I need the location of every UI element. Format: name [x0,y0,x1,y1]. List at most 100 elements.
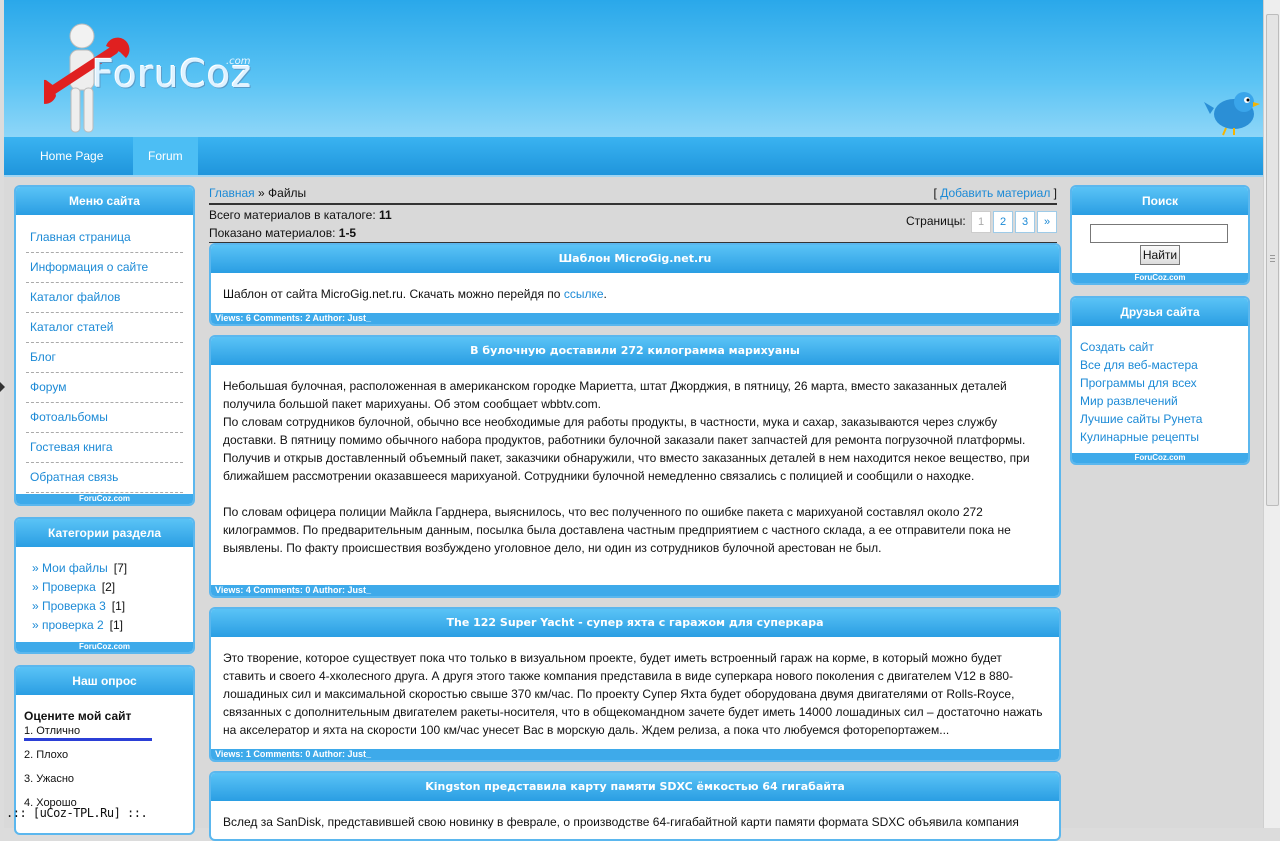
site-menu-title: Меню сайта [16,187,193,215]
page-2[interactable]: 2 [993,211,1013,233]
entry-meta: Views: 1 Comments: 0 Author: Just_ [211,749,1059,760]
breadcrumb-home-link[interactable]: Главная [209,186,255,200]
menu-item-about[interactable]: Информация о сайте [26,253,183,283]
entry-text: Шаблон от сайта MicroGig.net.ru. Скачать… [223,287,564,301]
poll-option-label: 3. Ужасно [24,773,75,785]
entry-paragraph: По словам офицера полиции Майкла Гарднер… [223,505,1011,555]
poll-option: 1. Отлично [16,723,193,747]
menu-item-blog[interactable]: Блог [26,343,183,373]
site-menu-block: Меню сайта Главная страница Информация о… [14,185,195,506]
category-link[interactable]: » Проверка [32,580,96,594]
poll-option-label: 1. Отлично [24,725,81,737]
entry-paragraph: Небольшая булочная, расположенная в амер… [223,379,1007,411]
download-link[interactable]: ссылке [564,287,604,301]
site-logo-suffix: .com [226,56,251,67]
nav-home-page[interactable]: Home Page [25,137,118,175]
search-block: Поиск Найти ForuCoz.com [1070,185,1250,285]
category-count: [1] [111,599,126,613]
entry-text: . [603,287,607,301]
menu-item-photos[interactable]: Фотоальбомы [26,403,183,433]
category-item[interactable]: » Проверка 3 [1] [16,597,193,616]
friend-link[interactable]: Все для веб-мастера [1072,356,1248,374]
friend-link[interactable]: Лучшие сайты Рунета [1072,410,1248,428]
add-material: [ Добавить материал ] [934,183,1057,203]
category-link[interactable]: » Проверка 3 [32,599,106,613]
menu-item-forum[interactable]: Форум [26,373,183,403]
category-item[interactable]: » Мои файлы [7] [16,559,193,578]
poll-option-label: 2. Плохо [24,749,69,761]
entry-paragraph: Это творение, которое существует пока чт… [223,651,1043,737]
entry-body: Шаблон от сайта MicroGig.net.ru. Скачать… [211,273,1059,303]
friends-title: Друзья сайта [1072,298,1248,326]
entry-card: Kingston представила карту памяти SDXC ё… [209,771,1061,841]
entry-title[interactable]: В булочную доставили 272 килограмма мари… [211,337,1059,365]
category-count: [2] [101,580,116,594]
entry-card: В булочную доставили 272 килограмма мари… [209,335,1061,598]
grip-line [1270,261,1275,262]
entry-title[interactable]: Kingston представила карту памяти SDXC ё… [211,773,1059,801]
friend-link[interactable]: Программы для всех [1072,374,1248,392]
friend-link[interactable]: Мир развлечений [1072,392,1248,410]
entry-paragraph: По словам сотрудников булочной, обычно в… [223,415,1030,483]
page-frame: ForuCoz .com Home Page Forum Меню сайта … [4,0,1264,841]
menu-item-guestbook[interactable]: Гостевая книга [26,433,183,463]
collapse-arrow-icon[interactable] [0,382,5,392]
breadcrumb: Главная » Файлы [ Добавить материал ] [209,183,1057,205]
entry-body: Это творение, которое существует пока чт… [211,637,1059,739]
catalog-shown-label: Показано материалов: [209,226,339,240]
catalog-total-value: 11 [379,208,392,222]
entry-meta: Views: 4 Comments: 0 Author: Just_ [211,585,1059,596]
site-header: ForuCoz .com [4,0,1264,138]
entry-card: Шаблон MicroGig.net.ru Шаблон от сайта M… [209,243,1061,326]
page-1: 1 [971,211,991,233]
add-material-link[interactable]: Добавить материал [940,186,1050,200]
categories-title: Категории раздела [16,519,193,547]
menu-item-articles[interactable]: Каталог статей [26,313,183,343]
entry-body: Небольшая булочная, расположенная в амер… [211,365,1059,557]
catalog-shown-value: 1-5 [338,226,357,240]
friends-block: Друзья сайта Создать сайт Все для веб-ма… [1070,296,1250,465]
breadcrumb-current: Файлы [268,186,307,200]
catalog-info: Всего материалов в каталоге: 11 Показано… [209,206,1057,243]
poll-title: Наш опрос [16,667,193,695]
copyright[interactable]: .:: [uCoz-TPL.Ru] ::. [6,806,148,820]
block-footer-brand: ForuCoz.com [16,642,193,652]
entry-body: Вслед за SanDisk, представившей свою нов… [211,801,1059,831]
category-count: [1] [109,618,123,632]
entry-paragraph: Вслед за SanDisk, представившей свою нов… [223,815,1019,829]
friend-link[interactable]: Кулинарные рецепты [1072,428,1248,446]
category-item[interactable]: » Проверка [2] [16,578,193,597]
block-footer-brand: ForuCoz.com [1072,453,1248,463]
vertical-scrollbar[interactable] [1263,0,1280,828]
category-count: [7] [113,561,128,575]
search-input[interactable] [1090,224,1228,243]
category-item[interactable]: » проверка 2 [1] [16,616,193,635]
entry-card: The 122 Super Yacht - супер яхта с гараж… [209,607,1061,762]
bracket-close: ] [1050,186,1057,200]
block-footer-brand: ForuCoz.com [16,494,193,504]
scrollbar-thumb[interactable] [1266,14,1279,506]
grip-line [1270,258,1275,259]
pagination: Страницы: 1 2 3» [906,211,1057,233]
poll-question: Оцените мой сайт [24,709,132,723]
entry-title[interactable]: The 122 Super Yacht - супер яхта с гараж… [211,609,1059,637]
search-button[interactable]: Найти [1140,245,1180,265]
nav-forum[interactable]: Forum [133,137,198,175]
entry-meta: Views: 6 Comments: 2 Author: Just_ [211,313,1059,324]
menu-item-files[interactable]: Каталог файлов [26,283,183,313]
catalog-total-label: Всего материалов в каталоге: [209,208,379,222]
categories-block: Категории раздела » Мои файлы [7] » Прове… [14,517,195,654]
poll-result-bar [24,738,152,741]
search-title: Поиск [1072,187,1248,215]
entry-title[interactable]: Шаблон MicroGig.net.ru [211,245,1059,273]
poll-option: 3. Ужасно [16,771,193,795]
menu-item-feedback[interactable]: Обратная связь [26,463,183,493]
twitter-bird-icon[interactable] [1204,86,1260,136]
category-link[interactable]: » Мои файлы [32,561,108,575]
category-link[interactable]: » проверка 2 [32,618,104,632]
poll-option: 2. Плохо [16,747,193,771]
friend-link[interactable]: Создать сайт [1072,338,1248,356]
page-3[interactable]: 3 [1015,211,1035,233]
page-next[interactable]: » [1037,211,1057,233]
menu-item-home[interactable]: Главная страница [26,223,183,253]
